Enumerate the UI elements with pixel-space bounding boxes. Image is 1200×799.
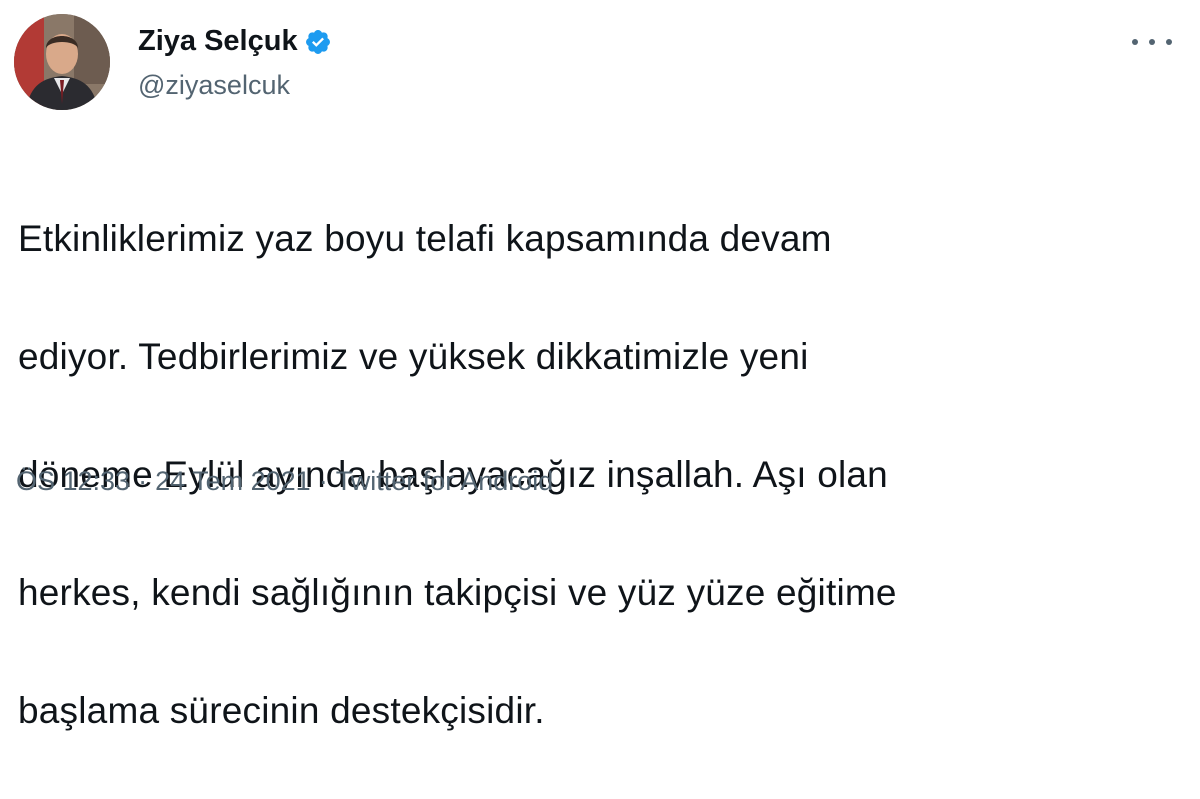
more-options-icon[interactable] — [1132, 30, 1172, 54]
tweet-header: Ziya Selçuk @ziyaselcuk — [14, 14, 332, 110]
more-dot — [1132, 39, 1138, 45]
avatar[interactable] — [14, 14, 110, 110]
more-dot — [1149, 39, 1155, 45]
meta-separator: · — [318, 466, 328, 496]
display-name-row: Ziya Selçuk — [138, 24, 332, 60]
tweet-date: 24 Tem 2021 — [155, 466, 311, 496]
author-handle[interactable]: @ziyaselcuk — [138, 70, 332, 101]
tweet-text-line: herkes, kendi sağlığının takipçisi ve yü… — [18, 572, 897, 613]
tweet-text-line: Etkinliklerimiz yaz boyu telafi kapsamın… — [18, 218, 832, 259]
tweet-card: Ziya Selçuk @ziyaselcuk Etkinliklerimiz … — [0, 0, 1200, 731]
verified-badge-icon — [304, 28, 332, 56]
meta-separator: · — [138, 466, 148, 496]
display-name[interactable]: Ziya Selçuk — [138, 25, 298, 58]
more-dot — [1166, 39, 1172, 45]
tweet-text-line: ediyor. Tedbirlerimiz ve yüksek dikkatim… — [18, 336, 809, 377]
author-names: Ziya Selçuk @ziyaselcuk — [138, 24, 332, 101]
tweet-text-line: başlama sürecinin destekçisidir. — [18, 690, 545, 731]
tweet-source-link[interactable]: Twitter for Android — [336, 466, 554, 496]
tweet-meta: ÖS 12:33 · 24 Tem 2021 · Twitter for Android — [16, 466, 553, 497]
avatar-image — [14, 14, 110, 110]
tweet-timestamp[interactable]: ÖS 12:33 · 24 Tem 2021 — [16, 466, 311, 496]
tweet-time: ÖS 12:33 — [16, 466, 131, 496]
